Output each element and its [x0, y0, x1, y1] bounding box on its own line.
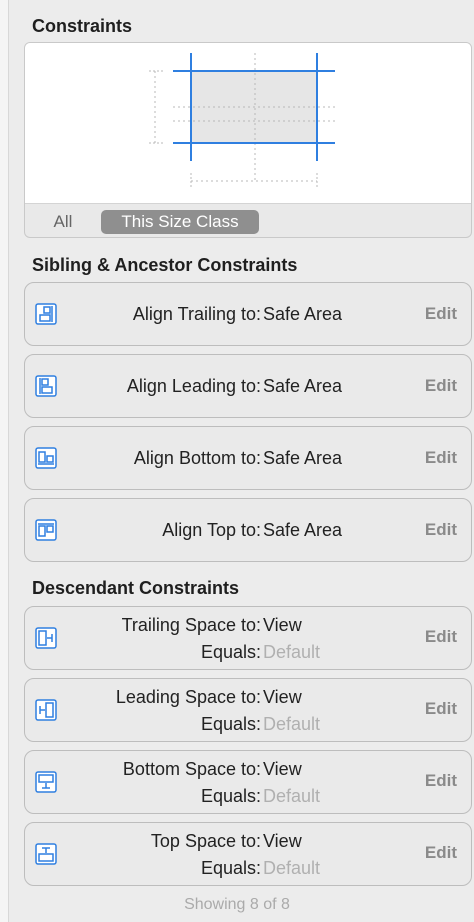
equals-label: Equals: — [200, 714, 261, 734]
equals-label: Equals: — [200, 858, 261, 878]
constraints-inspector-panel: Constraints All This Size Class Sibling … — [14, 0, 474, 922]
constraint-label: Align Leading to: — [126, 376, 261, 396]
showing-count: Showing 8 of 8 — [184, 896, 290, 913]
constraint-label: Leading Space to: — [115, 687, 261, 707]
constraint-label: Trailing Space to: — [121, 615, 261, 635]
inspector-left-rail — [0, 0, 9, 922]
constraint-label: Bottom Space to: — [122, 759, 261, 779]
constraint-target: Safe Area — [263, 304, 343, 324]
constraints-diagram-svg — [149, 53, 335, 189]
equals-value: Default — [263, 714, 321, 734]
tab-this-size-class[interactable]: This Size Class — [101, 210, 259, 234]
edit-button[interactable]: Edit — [425, 843, 457, 863]
equals-label: Equals: — [200, 642, 261, 662]
tab-all[interactable]: All — [43, 210, 83, 234]
constraint-row-align-trailing[interactable]: Align Trailing to: Safe Area Edit — [24, 282, 472, 346]
leading-space-icon — [35, 699, 57, 721]
edit-button[interactable]: Edit — [425, 376, 457, 396]
constraint-target: View — [263, 831, 302, 851]
constraint-row-align-leading[interactable]: Align Leading to: Safe Area Edit — [24, 354, 472, 418]
constraint-target: Safe Area — [263, 520, 343, 540]
align-leading-icon — [35, 375, 57, 397]
constraint-row-trailing-space[interactable]: Trailing Space to: View Equals: Default … — [24, 606, 472, 670]
edit-button[interactable]: Edit — [425, 699, 457, 719]
align-trailing-icon — [35, 303, 57, 325]
edit-button[interactable]: Edit — [425, 771, 457, 791]
constraint-target: View — [263, 759, 302, 779]
constraint-label: Align Top to: — [162, 520, 261, 540]
constraint-row-top-space[interactable]: Top Space to: View Equals: Default Edit — [24, 822, 472, 886]
sibling-ancestor-section-title: Sibling & Ancestor Constraints — [32, 255, 298, 275]
top-space-icon — [35, 843, 57, 865]
constraint-target: Safe Area — [263, 448, 343, 468]
equals-value: Default — [263, 786, 321, 806]
constraints-title: Constraints — [32, 16, 133, 36]
constraint-target: Safe Area — [263, 376, 343, 396]
align-top-icon — [35, 519, 57, 541]
trailing-space-icon — [35, 627, 57, 649]
descendant-section-title: Descendant Constraints — [32, 578, 240, 598]
constraint-row-align-top[interactable]: Align Top to: Safe Area Edit — [24, 498, 472, 562]
size-class-tabs: All This Size Class — [25, 205, 471, 237]
bottom-space-icon — [35, 771, 57, 793]
constraints-diagram — [25, 43, 471, 204]
edit-button[interactable]: Edit — [425, 448, 457, 468]
constraints-editor: All This Size Class — [24, 42, 472, 238]
edit-button[interactable]: Edit — [425, 520, 457, 540]
constraint-target: View — [263, 687, 302, 707]
equals-label: Equals: — [200, 786, 261, 806]
align-bottom-icon — [35, 447, 57, 469]
edit-button[interactable]: Edit — [425, 627, 457, 647]
constraint-target: View — [263, 615, 302, 635]
constraint-row-bottom-space[interactable]: Bottom Space to: View Equals: Default Ed… — [24, 750, 472, 814]
constraint-label: Top Space to: — [150, 831, 261, 851]
constraint-label: Align Trailing to: — [132, 304, 261, 324]
edit-button[interactable]: Edit — [425, 304, 457, 324]
constraint-row-align-bottom[interactable]: Align Bottom to: Safe Area Edit — [24, 426, 472, 490]
equals-value: Default — [263, 642, 321, 662]
constraint-row-leading-space[interactable]: Leading Space to: View Equals: Default E… — [24, 678, 472, 742]
constraint-label: Align Bottom to: — [133, 448, 261, 468]
equals-value: Default — [263, 858, 321, 878]
